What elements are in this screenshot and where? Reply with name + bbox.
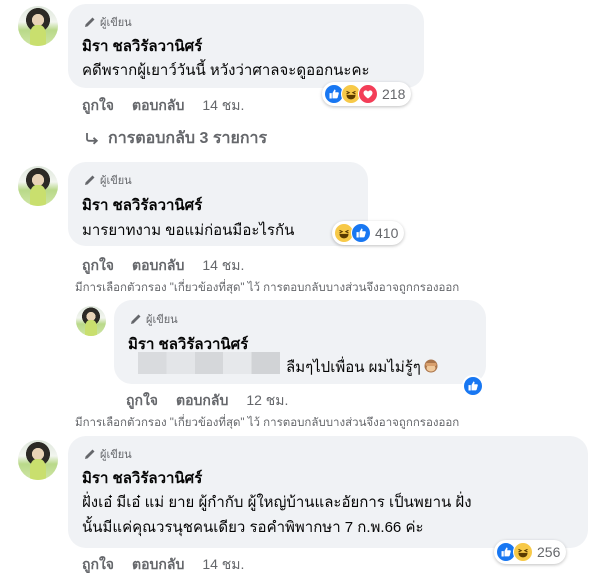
author-badge: ผู้เขียน <box>84 13 132 31</box>
reply-arrow-icon <box>86 132 99 144</box>
comment-text-line-2: นั้นมีแค่คุณวรนุชคนเดียว รอคำพิพากษา 7 ก… <box>82 519 424 536</box>
reaction-summary[interactable]: 218 <box>322 82 412 106</box>
avatar[interactable] <box>18 6 58 46</box>
view-replies-link[interactable]: การตอบกลับ 3 รายการ <box>84 126 267 151</box>
filter-note: มีการเลือกตัวกรอง "เกี่ยวข้องที่สุด" ไว้… <box>75 282 460 294</box>
avatar[interactable] <box>76 306 106 336</box>
reaction-summary[interactable]: 256 <box>494 540 567 564</box>
like-icon[interactable] <box>462 375 484 397</box>
pencil-icon <box>85 175 95 185</box>
avatar[interactable] <box>18 166 58 206</box>
reaction-summary[interactable]: 410 <box>332 221 405 245</box>
pencil-icon <box>85 449 95 459</box>
comment-actions: ถูกใจ ตอบกลับ 14 ชม. <box>82 95 244 117</box>
comment-text: มารยาทงาม ขอแม่ก่อนมือะไรกัน <box>82 222 295 239</box>
reply-button[interactable]: ตอบกลับ <box>132 95 184 117</box>
comment-text: คดีพรากผู้เยาว์วันนี้ หวังว่าศาลจะดูออกน… <box>82 62 370 79</box>
timestamp[interactable]: 12 ชม. <box>246 390 288 412</box>
author-badge: ผู้เขียน <box>84 445 132 463</box>
like-button[interactable]: ถูกใจ <box>82 554 114 576</box>
comment-actions: ถูกใจ ตอบกลับ 14 ชม. <box>82 554 244 576</box>
comment-actions: ถูกใจ ตอบกลับ 14 ชม. <box>82 255 244 277</box>
commenter-name[interactable]: มิรา ชลวิรัลวานิศร์ <box>82 34 202 58</box>
haha-icon <box>513 542 533 562</box>
commenter-name[interactable]: มิรา ชลวิรัลวานิศร์ <box>82 193 202 217</box>
see-no-evil-monkey-icon <box>424 359 438 373</box>
pencil-icon <box>85 17 95 27</box>
timestamp[interactable]: 14 ชม. <box>202 255 244 277</box>
reply-button[interactable]: ตอบกลับ <box>132 255 184 277</box>
reaction-count: 410 <box>375 225 399 241</box>
like-button[interactable]: ถูกใจ <box>82 95 114 117</box>
comment-text-line-1: ฝั่งเอ๋ มีเอ๋ แม่ ยาย ผู้กำกับ ผู้ใหญ่บ้… <box>82 494 472 511</box>
pencil-icon <box>131 314 141 324</box>
comment-actions: ถูกใจ ตอบกลับ 12 ชม. <box>126 390 288 412</box>
commenter-name[interactable]: มิรา ชลวิรัลวานิศร์ <box>82 466 202 490</box>
reply-button[interactable]: ตอบกลับ <box>176 390 228 412</box>
reaction-count: 256 <box>537 544 561 560</box>
love-icon <box>358 84 378 104</box>
avatar[interactable] <box>18 440 58 480</box>
author-badge: ผู้เขียน <box>84 171 132 189</box>
reply-button[interactable]: ตอบกลับ <box>132 554 184 576</box>
like-button[interactable]: ถูกใจ <box>82 255 114 277</box>
like-button[interactable]: ถูกใจ <box>126 390 158 412</box>
redacted-mention <box>138 352 280 374</box>
comment-text: ลืมๆไปเพื่อน ผมไม่รู้ๆ <box>286 355 439 379</box>
timestamp[interactable]: 14 ชม. <box>202 95 244 117</box>
filter-note: มีการเลือกตัวกรอง "เกี่ยวข้องที่สุด" ไว้… <box>75 417 460 429</box>
author-badge: ผู้เขียน <box>130 310 178 328</box>
like-icon <box>351 223 371 243</box>
reaction-count: 218 <box>382 86 406 102</box>
timestamp[interactable]: 14 ชม. <box>202 554 244 576</box>
